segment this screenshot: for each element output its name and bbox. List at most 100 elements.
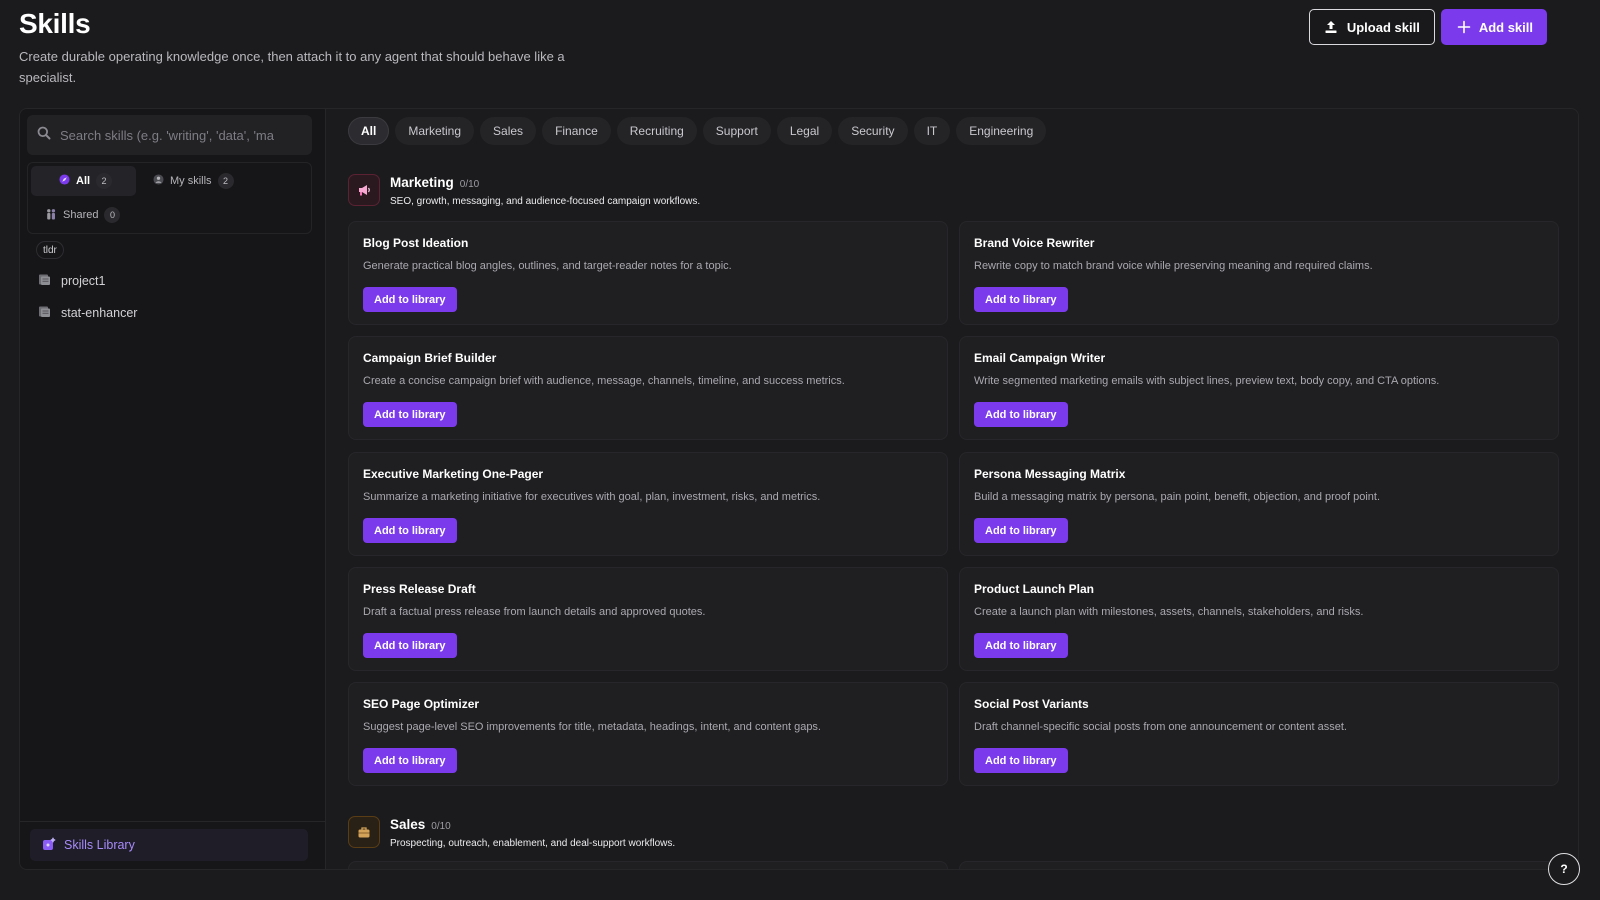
- section-count: 0/10: [459, 179, 480, 190]
- add-to-library-button[interactable]: Add to library: [974, 287, 1068, 312]
- skill-title: Email Campaign Writer: [974, 351, 1106, 365]
- project-label: stat-enhancer: [61, 306, 138, 320]
- skill-title: Campaign Brief Builder: [363, 351, 497, 365]
- skill-description: Write segmented marketing emails with su…: [974, 375, 1440, 387]
- section-title-row: Sales 0/10: [390, 816, 675, 834]
- filter-all-count: 2: [96, 173, 113, 189]
- user-icon: [153, 174, 164, 188]
- add-skill-button[interactable]: Add skill: [1440, 9, 1547, 45]
- tab-engineering[interactable]: Engineering: [956, 117, 1047, 145]
- skill-card: [348, 861, 948, 869]
- tab-marketing[interactable]: Marketing: [395, 117, 475, 145]
- tab-recruiting[interactable]: Recruiting: [616, 117, 697, 145]
- header-actions: Upload skill Add skill: [1308, 9, 1547, 45]
- tab-support[interactable]: Support: [702, 117, 771, 145]
- skill-title: Brand Voice Rewriter: [974, 236, 1095, 250]
- section-title-row: Marketing 0/10: [390, 174, 700, 192]
- skill-title: Blog Post Ideation: [363, 236, 469, 250]
- filter-shared-count: 0: [104, 207, 121, 223]
- add-to-library-button[interactable]: Add to library: [363, 748, 457, 773]
- add-skill-label: Add skill: [1478, 19, 1533, 35]
- skill-title: SEO Page Optimizer: [363, 697, 480, 711]
- skill-description: Create a launch plan with milestones, as…: [974, 606, 1364, 618]
- skill-title: Executive Marketing One-Pager: [363, 467, 544, 481]
- skill-description: Generate practical blog angles, outlines…: [363, 260, 732, 272]
- skill-card: Press Release Draft Draft a factual pres…: [348, 567, 948, 671]
- section-title: Marketing: [390, 175, 454, 190]
- skill-card: Brand Voice Rewriter Rewrite copy to mat…: [959, 221, 1559, 325]
- add-to-library-button[interactable]: Add to library: [974, 518, 1068, 543]
- skill-description: Build a messaging matrix by persona, pai…: [974, 491, 1381, 503]
- skill-card: Product Launch Plan Create a launch plan…: [959, 567, 1559, 671]
- skill-description: Draft channel-specific social posts from…: [974, 721, 1347, 733]
- upload-skill-label: Upload skill: [1346, 19, 1420, 35]
- skills-library-label: Skills Library: [64, 838, 135, 852]
- add-to-library-button[interactable]: Add to library: [363, 518, 457, 543]
- skill-card: Campaign Brief Builder Create a concise …: [348, 336, 948, 440]
- category-tabs: All Marketing Sales Finance Recruiting S…: [348, 117, 1047, 145]
- help-button[interactable]: ?: [1548, 853, 1580, 885]
- skill-description: Draft a factual press release from launc…: [363, 606, 706, 618]
- tab-sales[interactable]: Sales: [480, 117, 537, 145]
- add-to-library-button[interactable]: Add to library: [363, 287, 457, 312]
- page-subtitle: Create durable operating knowledge once,…: [19, 49, 565, 85]
- plus-icon: [1457, 20, 1471, 34]
- compass-icon: [59, 174, 70, 188]
- briefcase-icon: [348, 816, 380, 848]
- filter-shared-label: Shared: [63, 209, 99, 221]
- project-label: project1: [61, 274, 106, 288]
- search-input[interactable]: [60, 127, 290, 143]
- tab-all[interactable]: All: [348, 117, 390, 145]
- sidebar-footer: Skills Library: [20, 821, 325, 869]
- filter-all-label: All: [76, 175, 91, 187]
- filter-all[interactable]: All 2: [31, 166, 136, 196]
- skill-card: SEO Page Optimizer Suggest page-level SE…: [348, 682, 948, 786]
- skill-description: Summarize a marketing initiative for exe…: [363, 491, 821, 503]
- tab-security[interactable]: Security: [838, 117, 908, 145]
- filter-my-skills-label: My skills: [170, 175, 212, 187]
- filter-shared[interactable]: Shared 0: [33, 200, 132, 230]
- search-box: [27, 115, 312, 155]
- tab-it[interactable]: IT: [913, 117, 951, 145]
- skill-card: [959, 861, 1559, 869]
- section-title: Sales: [390, 817, 426, 832]
- page-title: Skills: [19, 8, 91, 39]
- tab-legal[interactable]: Legal: [776, 117, 833, 145]
- skill-card: Email Campaign Writer Write segmented ma…: [959, 336, 1559, 440]
- add-to-library-button[interactable]: Add to library: [974, 402, 1068, 427]
- filter-my-skills[interactable]: My skills 2: [141, 166, 246, 196]
- skill-description: Suggest page-level SEO improvements for …: [363, 721, 821, 733]
- scroll-icon: [38, 273, 51, 289]
- skill-title: Social Post Variants: [974, 697, 1089, 711]
- section-header-sales: Sales 0/10 Prospecting, outreach, enablem…: [348, 816, 675, 849]
- search-icon: [37, 126, 51, 145]
- skill-title: Persona Messaging Matrix: [974, 467, 1126, 481]
- skill-card: Executive Marketing One-Pager Summarize …: [348, 452, 948, 556]
- add-to-library-button[interactable]: Add to library: [363, 402, 457, 427]
- skills-panel: All 2 My skills 2 Shared 0 tldr: [19, 108, 1579, 870]
- people-icon: [45, 208, 57, 223]
- skills-library-link[interactable]: Skills Library: [30, 829, 308, 861]
- project-item[interactable]: project1: [38, 269, 105, 293]
- section-description: SEO, growth, messaging, and audience-foc…: [390, 196, 701, 207]
- skill-title: Press Release Draft: [363, 582, 476, 596]
- add-to-library-button[interactable]: Add to library: [974, 633, 1068, 658]
- tag-pill[interactable]: tldr: [36, 241, 64, 259]
- upload-skill-button[interactable]: Upload skill: [1308, 9, 1435, 45]
- skill-description: Rewrite copy to match brand voice while …: [974, 260, 1373, 272]
- megaphone-icon: [348, 174, 380, 206]
- project-item[interactable]: stat-enhancer: [38, 301, 137, 325]
- tab-finance[interactable]: Finance: [542, 117, 611, 145]
- skill-card: Blog Post Ideation Generate practical bl…: [348, 221, 948, 325]
- skill-card: Persona Messaging Matrix Build a messagi…: [959, 452, 1559, 556]
- upload-icon: [1324, 20, 1338, 34]
- section-count: 0/10: [431, 821, 451, 832]
- add-to-library-button[interactable]: Add to library: [974, 748, 1068, 773]
- skills-content: All Marketing Sales Finance Recruiting S…: [326, 109, 1578, 869]
- add-to-library-button[interactable]: Add to library: [363, 633, 457, 658]
- scroll-icon: [38, 305, 51, 321]
- skill-card: Social Post Variants Draft channel-speci…: [959, 682, 1559, 786]
- section-text: Marketing 0/10 SEO, growth, messaging, an…: [390, 174, 700, 207]
- section-text: Sales 0/10 Prospecting, outreach, enablem…: [390, 816, 675, 849]
- filter-my-skills-count: 2: [217, 173, 234, 189]
